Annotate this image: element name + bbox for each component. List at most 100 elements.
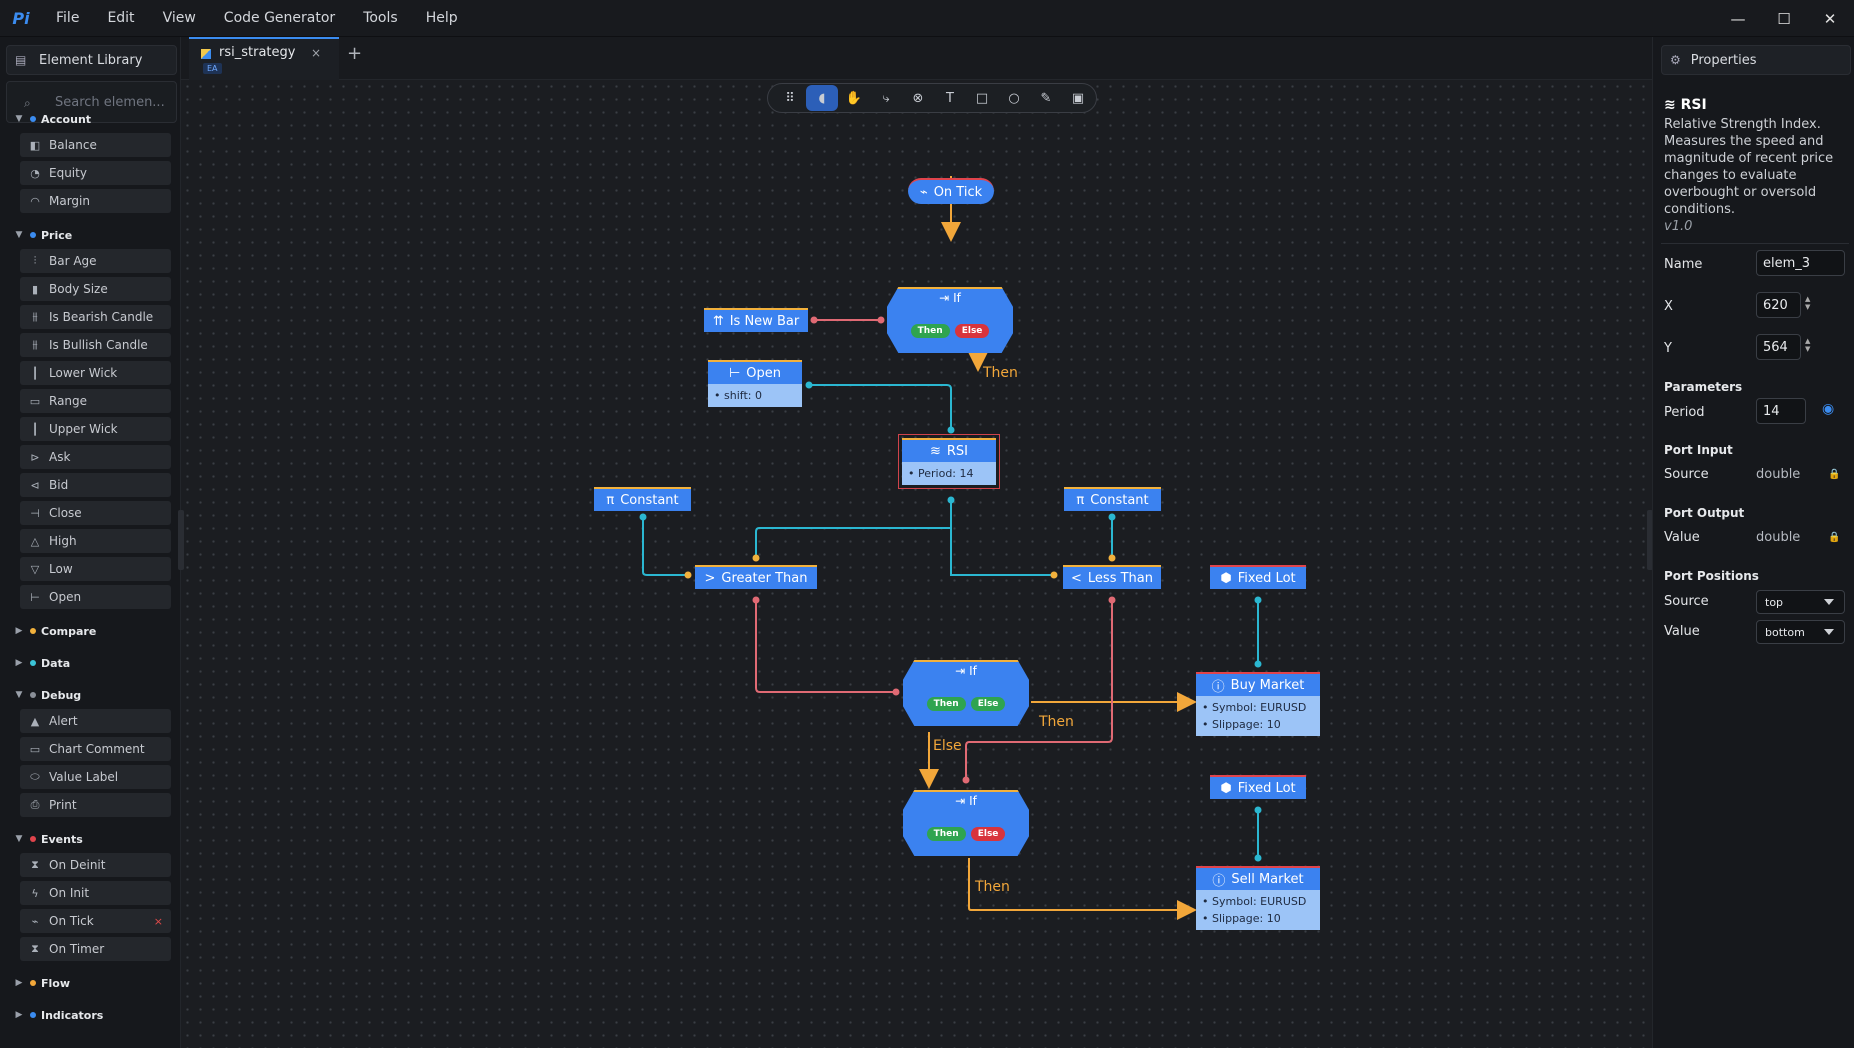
- library-item-body-size[interactable]: ▮ Body Size: [20, 277, 171, 301]
- library-item-print[interactable]: ⎙ Print: [20, 793, 171, 817]
- ask-icon: ⊳: [30, 450, 40, 464]
- section-indicators[interactable]: ▶ Indicators: [0, 1003, 181, 1027]
- library-item-bar-age[interactable]: ⫶ Bar Age: [20, 249, 171, 273]
- library-item-is-bullish-candle[interactable]: ⫵ Is Bullish Candle: [20, 333, 171, 357]
- library-item-bid[interactable]: ⊲ Bid: [20, 473, 171, 497]
- library-item-lower-wick[interactable]: ┃ Lower Wick: [20, 361, 171, 385]
- position-value-label: Value: [1664, 624, 1700, 639]
- library-item-balance[interactable]: ◧ Balance: [20, 133, 171, 157]
- menu-file[interactable]: File: [42, 0, 93, 37]
- node-body: • shift: 0: [708, 384, 802, 407]
- node-sell-market[interactable]: ⓘ Sell Market • Symbol: EURUSD • Slippage:…: [1196, 866, 1320, 930]
- node-if-2[interactable]: ⇥ If Then Else: [903, 660, 1029, 726]
- port-output-heading: Port Output: [1664, 506, 1745, 520]
- section-price[interactable]: ▼ Price: [0, 223, 181, 247]
- node-fixed-lot-2[interactable]: ⬢ Fixed Lot: [1210, 775, 1306, 799]
- library-item-label: Upper Wick: [49, 422, 118, 436]
- library-item-label: Body Size: [49, 282, 108, 296]
- library-item-equity[interactable]: ◔ Equity: [20, 161, 171, 185]
- y-field[interactable]: [1756, 334, 1801, 360]
- period-field[interactable]: [1756, 398, 1806, 424]
- library-item-label: Value Label: [49, 770, 119, 784]
- body-size-icon: ▮: [31, 282, 39, 296]
- section-dot: [30, 116, 36, 122]
- library-item-label: Range: [49, 394, 88, 408]
- library-item-low[interactable]: ▽ Low: [20, 557, 171, 581]
- node-if-1[interactable]: ⇥ If Then Else: [887, 287, 1013, 353]
- library-item-high[interactable]: △ High: [20, 529, 171, 553]
- tab-label: rsi_strategy: [219, 45, 296, 60]
- chevron-right-icon: ▶: [15, 658, 23, 668]
- node-header: ⬢ Fixed Lot: [1210, 775, 1306, 799]
- library-item-range[interactable]: ▭ Range: [20, 389, 171, 413]
- library-item-margin[interactable]: ◠ Margin: [20, 189, 171, 213]
- properties-header[interactable]: ⚙ Properties: [1661, 45, 1851, 75]
- add-tab-button[interactable]: +: [347, 43, 362, 64]
- menu-edit[interactable]: Edit: [93, 0, 148, 37]
- library-item-ask[interactable]: ⊳ Ask: [20, 445, 171, 469]
- library-item-on-timer[interactable]: ⧗ On Timer: [20, 937, 171, 961]
- position-source-select[interactable]: top: [1756, 590, 1845, 614]
- library-item-on-init[interactable]: ϟ On Init: [20, 881, 171, 905]
- menu-tools[interactable]: Tools: [349, 0, 412, 37]
- chevron-down-icon: [1824, 629, 1834, 635]
- section-data[interactable]: ▶ Data: [0, 651, 181, 675]
- library-item-close[interactable]: ⊣ Close: [20, 501, 171, 525]
- eye-icon[interactable]: ◉: [1822, 401, 1834, 417]
- close-button[interactable]: ✕: [1806, 0, 1854, 37]
- node-constant-2[interactable]: π Constant: [1064, 487, 1161, 511]
- tab-rsi-strategy[interactable]: rsi_strategy × EA: [189, 37, 339, 80]
- node-constant-1[interactable]: π Constant: [594, 487, 691, 511]
- library-item-is-bearish-candle[interactable]: ⫵ Is Bearish Candle: [20, 305, 171, 329]
- properties-title: Properties: [1690, 52, 1757, 68]
- section-flow[interactable]: ▶ Flow: [0, 971, 181, 995]
- minimize-button[interactable]: —: [1714, 0, 1762, 37]
- on-timer-icon: ⧗: [31, 942, 39, 955]
- remove-icon[interactable]: ×: [154, 915, 163, 928]
- node-buy-market[interactable]: ⓘ Buy Market • Symbol: EURUSD • Slippage: …: [1196, 672, 1320, 736]
- value-label-icon: ⬭: [30, 770, 40, 783]
- node-if-3[interactable]: ⇥ If Then Else: [903, 790, 1029, 856]
- value-type: double: [1756, 530, 1801, 545]
- y-stepper-icon[interactable]: ▲ ▼: [1805, 337, 1810, 353]
- menu-code-generator[interactable]: Code Generator: [210, 0, 349, 37]
- node-header: ⓘ Buy Market: [1196, 672, 1320, 696]
- else-pill: Else: [954, 324, 990, 338]
- section-compare[interactable]: ▶ Compare: [0, 619, 181, 643]
- node-rsi[interactable]: ≋ RSI • Period: 14: [898, 434, 1000, 489]
- section-events[interactable]: ▼ Events: [0, 827, 181, 851]
- library-item-open[interactable]: ⊢ Open: [20, 585, 171, 609]
- flow-canvas[interactable]: ⠿ ◖ ✋ ⤷ ⊗ T □ ○ ✎ ▣ Then Then Else Then …: [178, 80, 1653, 1048]
- node-on-tick[interactable]: ⌁ On Tick: [908, 178, 994, 204]
- library-item-on-tick[interactable]: ⌁ On Tick ×: [20, 909, 171, 933]
- library-item-alert[interactable]: ▲ Alert: [20, 709, 171, 733]
- node-less-than[interactable]: < Less Than: [1063, 565, 1161, 589]
- maximize-button[interactable]: ☐: [1760, 0, 1808, 37]
- x-field[interactable]: [1756, 292, 1801, 318]
- node-greater-than[interactable]: > Greater Than: [695, 565, 817, 589]
- library-item-upper-wick[interactable]: ┃ Upper Wick: [20, 417, 171, 441]
- menu-help[interactable]: Help: [412, 0, 472, 37]
- position-value-select[interactable]: bottom: [1756, 620, 1845, 644]
- node-label: Greater Than: [721, 570, 808, 586]
- param-slippage: Slippage: 10: [1212, 718, 1281, 731]
- element-library-header[interactable]: ▤ Element Library: [6, 45, 177, 75]
- library-item-value-label[interactable]: ⬭ Value Label: [20, 765, 171, 789]
- element-library-title: Element Library: [39, 52, 143, 68]
- node-fixed-lot-1[interactable]: ⬢ Fixed Lot: [1210, 565, 1306, 589]
- section-dot: [30, 1012, 36, 1018]
- file-icon: [201, 49, 211, 59]
- library-item-on-deinit[interactable]: ⧗ On Deinit: [20, 853, 171, 877]
- node-is-new-bar[interactable]: ⇈ Is New Bar: [704, 308, 808, 332]
- section-debug[interactable]: ▼ Debug: [0, 683, 181, 707]
- library-item-chart-comment[interactable]: ▭ Chart Comment: [20, 737, 171, 761]
- section-account[interactable]: ▼ Account: [0, 107, 181, 131]
- tab-close-icon[interactable]: ×: [311, 46, 321, 60]
- chevron-down-icon: ▼: [15, 230, 23, 240]
- node-open[interactable]: ⊢ Open • shift: 0: [708, 360, 802, 407]
- x-stepper-icon[interactable]: ▲ ▼: [1805, 295, 1810, 311]
- menu-view[interactable]: View: [149, 0, 210, 37]
- node-header: ⬢ Fixed Lot: [1210, 565, 1306, 589]
- node-header: π Constant: [1064, 487, 1161, 511]
- name-field[interactable]: [1756, 250, 1845, 276]
